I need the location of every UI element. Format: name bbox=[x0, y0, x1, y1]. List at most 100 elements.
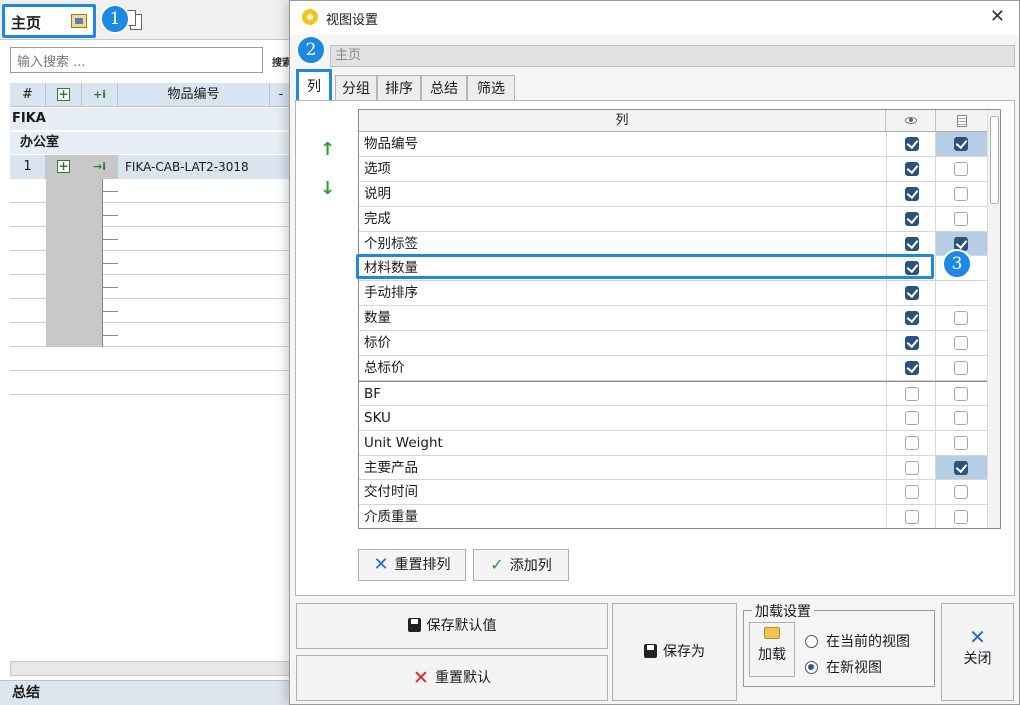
column-row[interactable]: BF bbox=[359, 380, 987, 406]
close-icon[interactable]: ✕ bbox=[990, 6, 1005, 27]
visible-cell bbox=[886, 132, 936, 156]
column-row[interactable]: 主要产品 bbox=[359, 455, 987, 481]
horizontal-scrollbar[interactable] bbox=[10, 661, 292, 676]
row-index: 1 bbox=[10, 155, 46, 179]
save-as-button[interactable]: 保存为 bbox=[612, 603, 737, 701]
column-row-name: 交付时间 bbox=[364, 484, 418, 501]
search-input[interactable]: 输入搜索 ... bbox=[10, 47, 263, 73]
column-row[interactable]: SKU bbox=[359, 405, 987, 431]
reset-columns-button[interactable]: ✕ 重置排列 bbox=[358, 549, 466, 581]
visible-cell bbox=[886, 381, 936, 405]
tab-filter[interactable]: 筛选 bbox=[467, 75, 515, 101]
sort-checkbox[interactable] bbox=[954, 137, 968, 151]
header-column-name[interactable]: 列 bbox=[359, 110, 886, 132]
header-info[interactable]: +i bbox=[82, 83, 118, 107]
visible-cell bbox=[886, 331, 936, 356]
column-row[interactable]: 标价 bbox=[359, 331, 987, 357]
visible-checkbox[interactable] bbox=[905, 186, 919, 201]
row-add-button[interactable]: + bbox=[46, 155, 82, 179]
app-icon bbox=[302, 9, 318, 25]
row-info-button[interactable]: →i bbox=[82, 155, 118, 179]
tab-columns[interactable]: 列 bbox=[296, 69, 332, 103]
visible-checkbox[interactable] bbox=[905, 435, 919, 450]
sort-checkbox[interactable] bbox=[954, 386, 968, 401]
annotation-badge-1: 1 bbox=[100, 4, 130, 34]
header-item-number[interactable]: 物品编号 bbox=[118, 83, 270, 107]
scrollbar-thumb[interactable] bbox=[990, 116, 999, 204]
group-room[interactable]: 办公室 bbox=[10, 132, 292, 154]
visible-checkbox[interactable] bbox=[905, 386, 919, 401]
column-row[interactable]: 个别标签 bbox=[359, 231, 987, 257]
save-default-button[interactable]: 保存默认值 bbox=[296, 603, 608, 649]
sort-cell bbox=[936, 406, 987, 430]
column-row[interactable]: 选项 bbox=[359, 156, 987, 182]
sort-cell bbox=[936, 431, 987, 455]
column-row[interactable]: 总标价 bbox=[359, 356, 987, 381]
tab-grouping[interactable]: 分组 bbox=[335, 75, 377, 101]
sort-checkbox[interactable] bbox=[954, 161, 968, 176]
visible-cell bbox=[886, 356, 936, 380]
column-row-name: 介质重量 bbox=[364, 509, 418, 526]
sort-checkbox[interactable] bbox=[954, 410, 968, 425]
visible-checkbox[interactable] bbox=[905, 311, 919, 326]
group-brand[interactable]: FIKA bbox=[10, 108, 292, 130]
view-settings-icon[interactable] bbox=[71, 14, 87, 28]
visible-checkbox[interactable] bbox=[905, 336, 919, 351]
column-row[interactable]: 介质重量 bbox=[359, 505, 987, 528]
visible-checkbox[interactable] bbox=[905, 485, 919, 500]
visible-checkbox[interactable] bbox=[905, 410, 919, 425]
column-row[interactable]: 手动排序 bbox=[359, 281, 987, 307]
sort-checkbox[interactable] bbox=[954, 510, 968, 525]
header-sort[interactable] bbox=[936, 110, 987, 132]
view-name-field[interactable]: 主页 bbox=[330, 45, 1015, 67]
sort-cell bbox=[936, 480, 987, 504]
tab-summary[interactable]: 总结 bbox=[421, 75, 467, 101]
radio-new-view[interactable]: 在新视图 bbox=[805, 657, 882, 677]
visible-checkbox[interactable] bbox=[905, 261, 919, 276]
vertical-scrollbar[interactable] bbox=[987, 110, 1000, 528]
header-visible[interactable] bbox=[886, 110, 936, 132]
tab-sorting[interactable]: 排序 bbox=[377, 75, 421, 101]
add-column-button[interactable]: ✓ 添加列 bbox=[473, 549, 569, 581]
table-row[interactable]: 1 + →i FIKA-CAB-LAT2-3018 bbox=[10, 155, 292, 179]
visible-checkbox[interactable] bbox=[905, 211, 919, 226]
header-add[interactable]: + bbox=[46, 83, 82, 107]
load-button[interactable]: 加载 bbox=[749, 622, 795, 677]
visible-checkbox[interactable] bbox=[905, 137, 919, 151]
sort-checkbox[interactable] bbox=[954, 311, 968, 326]
move-down-arrow-icon[interactable]: ↓ bbox=[320, 178, 335, 199]
visible-checkbox[interactable] bbox=[905, 510, 919, 525]
sort-checkbox[interactable] bbox=[954, 361, 968, 376]
visible-cell bbox=[886, 505, 936, 528]
header-index[interactable]: # bbox=[10, 83, 46, 107]
radio-current-view[interactable]: 在当前的视图 bbox=[805, 631, 910, 651]
visible-checkbox[interactable] bbox=[905, 161, 919, 176]
table-row bbox=[10, 371, 292, 395]
sort-checkbox[interactable] bbox=[954, 435, 968, 450]
column-row[interactable]: 材料数量 bbox=[359, 256, 987, 282]
close-button[interactable]: ✕ 关闭 bbox=[941, 603, 1014, 701]
column-row[interactable]: 物品编号 bbox=[359, 132, 987, 157]
sort-checkbox[interactable] bbox=[954, 211, 968, 226]
column-row[interactable]: 说明 bbox=[359, 181, 987, 207]
column-row[interactable]: 交付时间 bbox=[359, 480, 987, 506]
sort-checkbox[interactable] bbox=[954, 336, 968, 351]
column-row-name: 材料数量 bbox=[364, 260, 418, 277]
sort-checkbox[interactable] bbox=[954, 460, 968, 475]
radio-indicator-selected bbox=[805, 661, 818, 674]
visible-checkbox[interactable] bbox=[905, 361, 919, 376]
sort-checkbox[interactable] bbox=[954, 186, 968, 201]
column-row[interactable]: 数量 bbox=[359, 306, 987, 332]
red-x-icon: ✕ bbox=[413, 667, 429, 689]
move-up-arrow-icon[interactable]: ↑ bbox=[320, 139, 335, 160]
search-label: 搜索 bbox=[272, 58, 290, 69]
visible-checkbox[interactable] bbox=[905, 286, 919, 301]
dialog-titlebar[interactable]: 视图设置 ✕ bbox=[290, 1, 1019, 35]
visible-checkbox[interactable] bbox=[905, 460, 919, 475]
column-row[interactable]: Unit Weight bbox=[359, 430, 987, 456]
sort-checkbox[interactable] bbox=[954, 485, 968, 500]
visible-checkbox[interactable] bbox=[905, 236, 919, 251]
tab-home[interactable]: 主页 bbox=[2, 4, 96, 38]
reset-default-button[interactable]: ✕ 重置默认 bbox=[296, 655, 608, 701]
column-row[interactable]: 完成 bbox=[359, 206, 987, 232]
